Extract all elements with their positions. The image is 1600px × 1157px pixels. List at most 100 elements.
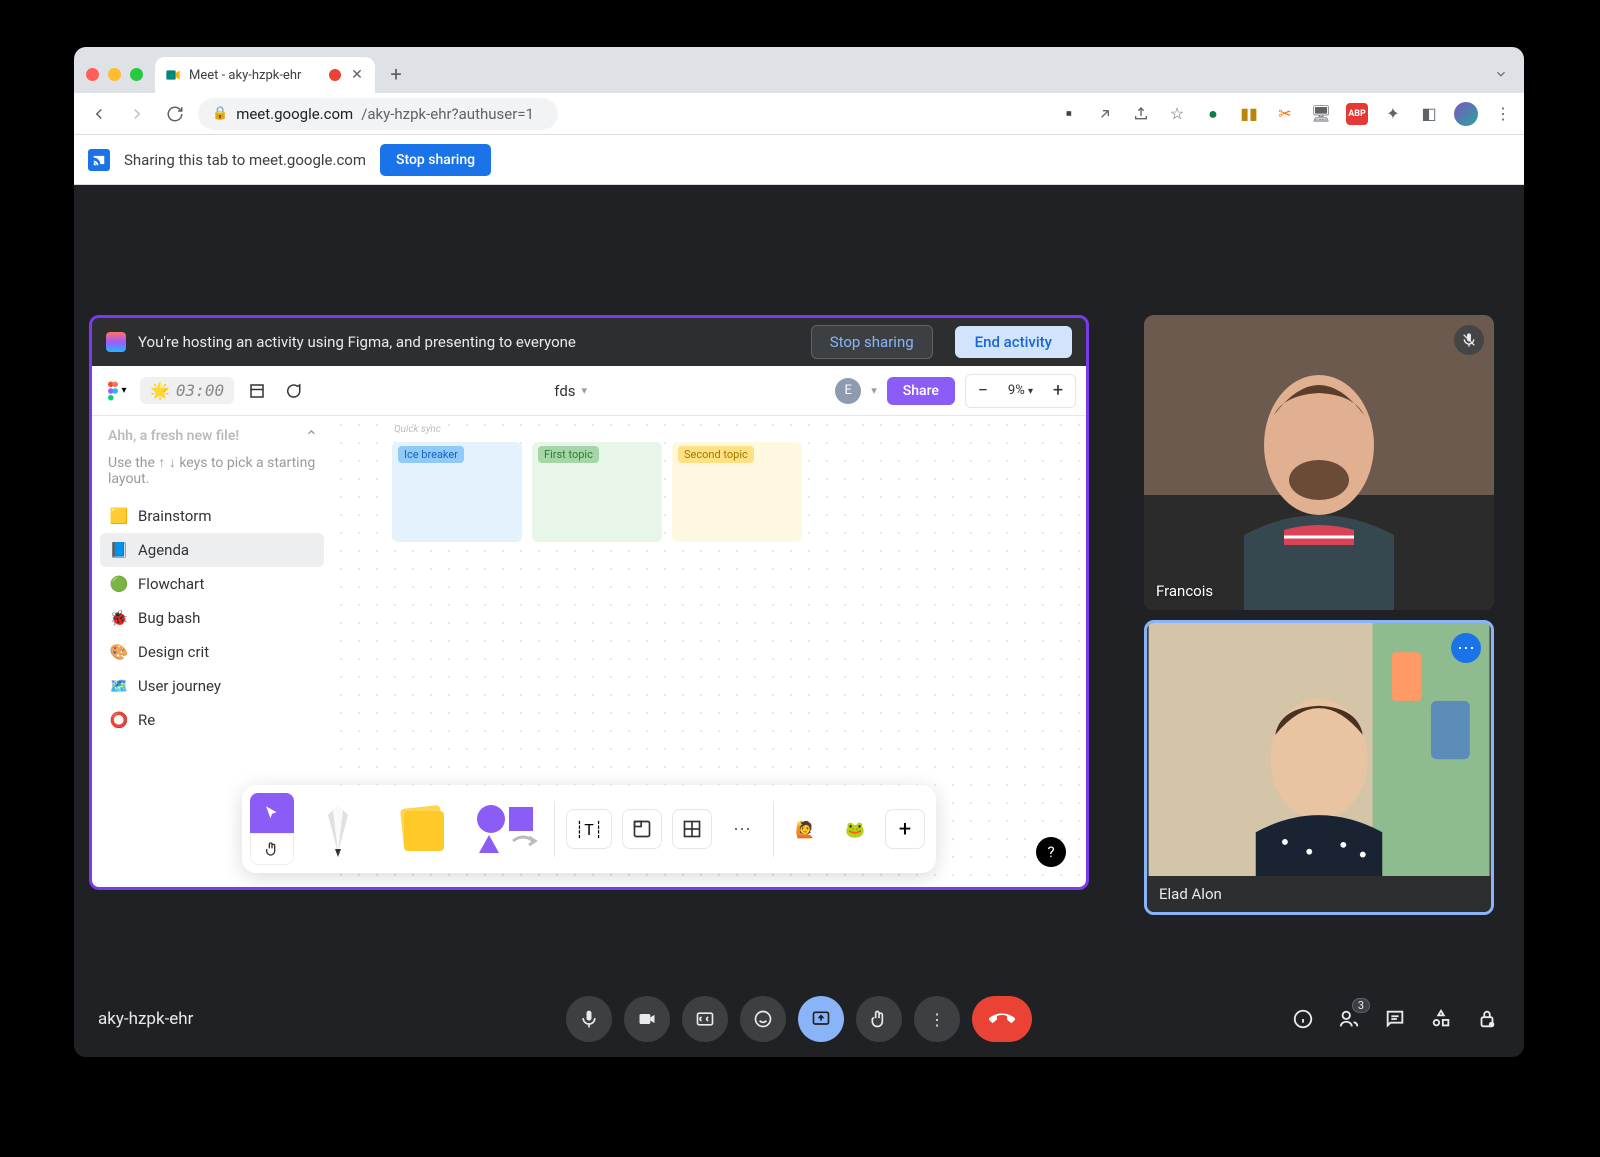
leave-call-button[interactable] [972, 996, 1032, 1042]
end-activity-button[interactable]: End activity [955, 326, 1072, 358]
window-controls [82, 68, 155, 93]
stamp-tool-1[interactable]: 🙋 [785, 809, 825, 849]
section-tool[interactable] [622, 809, 662, 849]
template-item[interactable]: 📘Agenda [100, 533, 324, 567]
select-tool[interactable] [250, 793, 294, 833]
chevron-down-icon[interactable]: ▾ [871, 384, 877, 397]
canvas-label: Quick sync [394, 424, 441, 435]
stop-sharing-button[interactable]: Stop sharing [380, 144, 491, 176]
template-item[interactable]: 🗺️User journey [100, 669, 324, 703]
text-tool[interactable]: ┊T┊ [566, 809, 612, 849]
back-button[interactable] [84, 99, 114, 129]
present-button[interactable] [798, 996, 844, 1042]
card-tag: First topic [538, 446, 599, 463]
add-tool-button[interactable]: + [885, 809, 925, 849]
template-label: Brainstorm [138, 507, 212, 525]
camera-button[interactable] [624, 996, 670, 1042]
extension-abp-icon[interactable]: ABP [1346, 103, 1368, 125]
card-tag: Ice breaker [398, 446, 464, 463]
captions-button[interactable] [682, 996, 728, 1042]
timer-value: 03:00 [176, 381, 224, 400]
people-button[interactable]: 3 [1336, 1006, 1362, 1032]
meeting-code: aky-hzpk-ehr [98, 1009, 193, 1029]
extensions-puzzle-icon[interactable]: ✦ [1382, 103, 1404, 125]
reload-button[interactable] [160, 99, 190, 129]
stamp-tool-2[interactable]: 🐸 [835, 809, 875, 849]
canvas-card[interactable]: Ice breaker [392, 442, 522, 542]
participant-name: Francois [1156, 582, 1213, 600]
extension-books-icon[interactable]: ▮▮ [1238, 103, 1260, 125]
microphone-button[interactable] [566, 996, 612, 1042]
reactions-button[interactable] [740, 996, 786, 1042]
extension-green-check-icon[interactable]: ● [1202, 103, 1224, 125]
browser-tab[interactable]: Meet - aky-hzpk-ehr ✕ [155, 57, 375, 93]
share-icon[interactable] [1130, 103, 1152, 125]
more-options-button[interactable]: ⋮ [914, 996, 960, 1042]
lock-icon: 🔒 [212, 106, 228, 121]
maximize-window-button[interactable] [130, 68, 143, 81]
participant-name: Elad Alon [1159, 885, 1222, 903]
tile-more-button[interactable]: ⋯ [1451, 633, 1481, 663]
more-tools-button[interactable]: ⋯ [722, 809, 762, 849]
template-item[interactable]: 🟨Brainstorm [100, 499, 324, 533]
profile-avatar[interactable] [1454, 102, 1478, 126]
bookmark-star-icon[interactable]: ☆ [1166, 103, 1188, 125]
new-tab-button[interactable]: + [381, 59, 411, 89]
address-bar: 🔒 meet.google.com/aky-hzpk-ehr?authuser=… [74, 93, 1524, 135]
figma-user-avatar[interactable]: E [835, 378, 861, 404]
template-icon: 🟢 [110, 575, 128, 593]
presentation-tile: You're hosting an activity using Figma, … [89, 315, 1089, 890]
hand-tool[interactable] [250, 833, 294, 865]
camera-indicator-icon[interactable]: ▪️ [1058, 103, 1080, 125]
figma-document-title[interactable]: fds▾ [316, 382, 825, 400]
template-label: Bug bash [138, 609, 200, 627]
template-item[interactable]: 🟢Flowchart [100, 567, 324, 601]
collapse-icon[interactable]: ⌃ [305, 427, 324, 446]
frame-tool-icon[interactable] [244, 378, 270, 404]
meeting-details-button[interactable] [1290, 1006, 1316, 1032]
zoom-out-button[interactable]: − [968, 377, 998, 405]
zoom-in-button[interactable]: + [1043, 377, 1073, 405]
comment-tool-icon[interactable] [280, 378, 306, 404]
figma-topbar: ▾ 🌟 03:00 fds▾ E ▾ Share − 9% ▾ + [92, 366, 1086, 416]
zoom-value[interactable]: 9% ▾ [1002, 383, 1039, 398]
meet-right-controls: 3 [1290, 1006, 1500, 1032]
pencil-tool[interactable] [298, 793, 378, 865]
timer-chip[interactable]: 🌟 03:00 [140, 377, 234, 404]
extension-scissors-icon[interactable]: ✂︎ [1274, 103, 1296, 125]
template-label: Design crit [138, 643, 209, 661]
help-button[interactable]: ? [1036, 837, 1066, 867]
meet-bottom-bar: aky-hzpk-ehr ⋮ 3 [74, 981, 1524, 1057]
url-field[interactable]: 🔒 meet.google.com/aky-hzpk-ehr?authuser=… [198, 98, 558, 130]
tab-close-button[interactable]: ✕ [349, 67, 365, 83]
sticky-note-tool[interactable] [382, 793, 462, 865]
table-tool[interactable] [672, 809, 712, 849]
timer-avatar-icon: 🌟 [150, 381, 170, 400]
activity-stop-sharing-button[interactable]: Stop sharing [811, 325, 933, 359]
raise-hand-button[interactable] [856, 996, 902, 1042]
template-icon: ⭕ [110, 711, 128, 729]
chrome-menu-button[interactable]: ⋮ [1492, 103, 1514, 125]
self-tile[interactable]: ⋯ Elad Alon [1144, 620, 1494, 915]
side-panel-icon[interactable]: ◧ [1418, 103, 1440, 125]
close-window-button[interactable] [86, 68, 99, 81]
template-item[interactable]: ⭕Re [100, 703, 324, 737]
chat-button[interactable] [1382, 1006, 1408, 1032]
participant-tile[interactable]: Francois [1144, 315, 1494, 610]
template-item[interactable]: 🎨Design crit [100, 635, 324, 669]
minimize-window-button[interactable] [108, 68, 121, 81]
extension-monitor-icon[interactable]: 🖥 [1310, 103, 1332, 125]
sharing-infobar: Sharing this tab to meet.google.com Stop… [74, 135, 1524, 185]
tab-overflow-button[interactable] [1494, 66, 1508, 85]
activities-button[interactable] [1428, 1006, 1454, 1032]
canvas-card[interactable]: First topic [532, 442, 662, 542]
host-controls-button[interactable] [1474, 1006, 1500, 1032]
meet-stage: You're hosting an activity using Figma, … [74, 185, 1524, 1057]
canvas-card[interactable]: Second topic [672, 442, 802, 542]
template-item[interactable]: 🐞Bug bash [100, 601, 324, 635]
figma-share-button[interactable]: Share [887, 377, 955, 405]
shapes-tool[interactable] [466, 793, 546, 865]
open-external-icon[interactable] [1094, 103, 1116, 125]
figma-main-menu[interactable]: ▾ [102, 377, 130, 405]
forward-button[interactable] [122, 99, 152, 129]
